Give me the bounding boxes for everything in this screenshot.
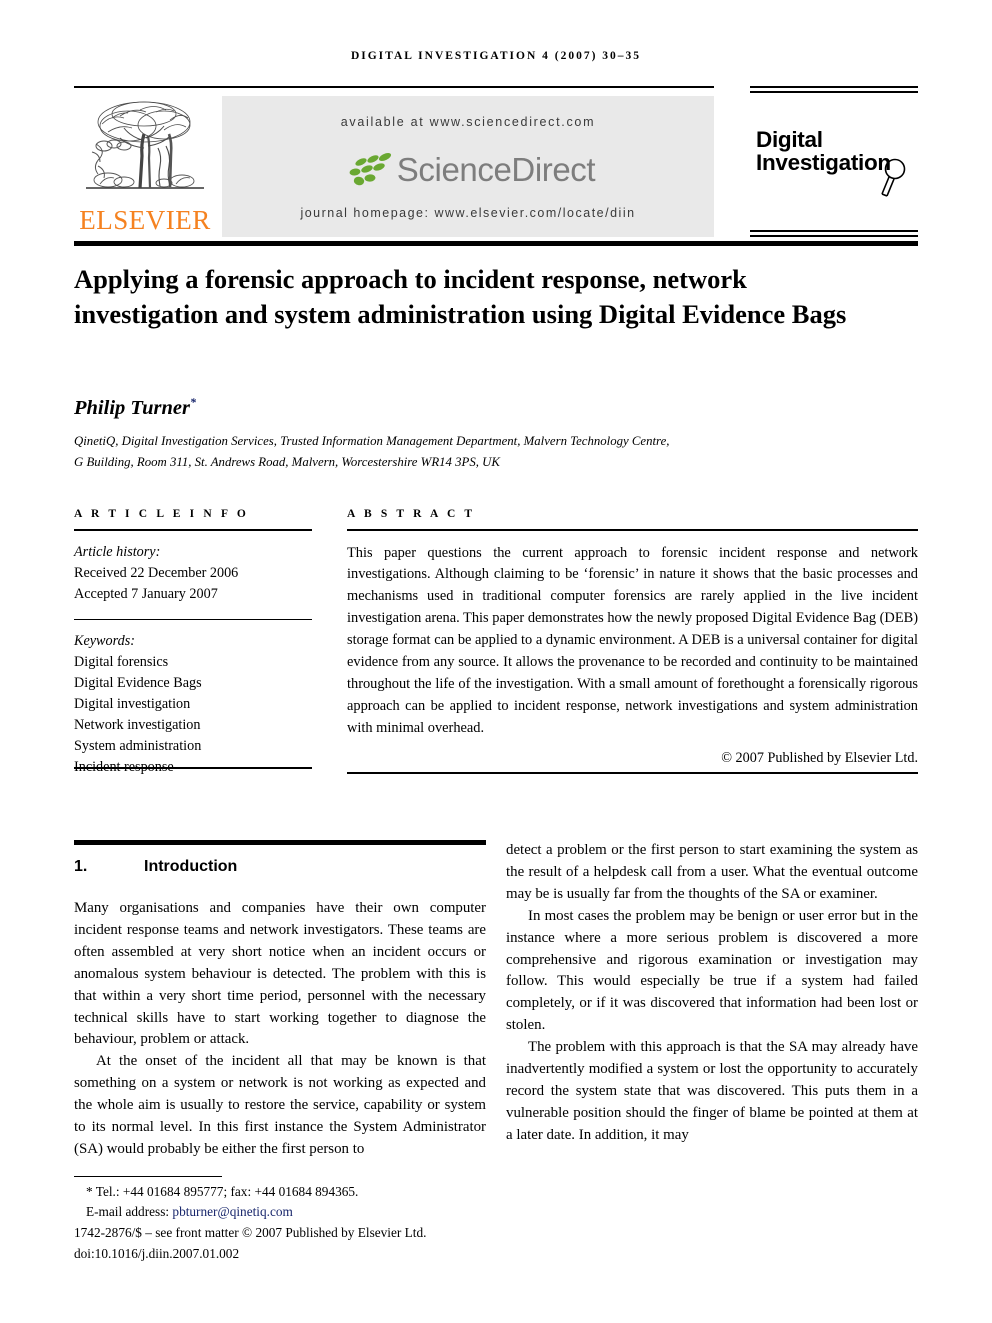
- article-info-column: A R T I C L E I N F O Article history: R…: [74, 508, 312, 778]
- author-label: Philip Turner: [74, 396, 191, 419]
- keyword-item: Digital forensics: [74, 654, 169, 671]
- paragraph: Many organisations and companies have th…: [74, 900, 486, 1048]
- info-column-bottom-rule: [74, 767, 312, 769]
- page-title: Applying a forensic approach to incident…: [74, 264, 847, 329]
- footnote-email-link[interactable]: pbturner@qinetiq.com: [172, 1204, 292, 1219]
- running-head: DIGITAL INVESTIGATION 4 (2007) 30–35: [350, 50, 642, 62]
- abstract-column: A B S T R A C T This paper questions the…: [347, 508, 918, 767]
- abstract-rule: [347, 529, 918, 531]
- journal-logo-line2: Investigation: [756, 150, 891, 176]
- masthead-top-rule-right-upper: [750, 86, 918, 88]
- footnote-tel: * Tel.: +44 01684 895777; fax: +44 01684…: [74, 1182, 494, 1201]
- magnifying-glass-icon: [881, 158, 906, 197]
- section-thick-rule: [74, 840, 486, 845]
- elsevier-wordmark: ELSEVIER: [79, 205, 211, 235]
- affiliation-line-1: QinetiQ, Digital Investigation Services,…: [74, 434, 670, 448]
- keyword-item: Digital investigation: [74, 696, 191, 713]
- journal-logo: Digital Investigation: [752, 106, 918, 222]
- masthead-top-rule-left: [74, 86, 714, 88]
- sciencedirect-banner: available at www.sciencedirect.com Scien…: [222, 96, 714, 237]
- header-band-bottom-rule: [347, 772, 918, 774]
- article-history-label: Article history:: [74, 543, 161, 560]
- paragraph: The problem with this approach is that t…: [506, 1039, 918, 1143]
- journal-logo-line1: Digital: [756, 127, 823, 152]
- section-title: Introduction: [144, 858, 238, 875]
- body-column-left: 1. Introduction Many organisations and c…: [74, 840, 486, 1161]
- footnote-front-matter: 1742-2876/$ – see front matter © 2007 Pu…: [74, 1224, 427, 1240]
- sciencedirect-leaves-icon: [349, 153, 391, 186]
- article-history-received: Received 22 December 2006: [74, 564, 239, 581]
- abstract-text: This paper questions the current approac…: [347, 544, 918, 736]
- keyword-item: System administration: [74, 738, 202, 755]
- paragraph: detect a problem or the first person to …: [506, 842, 918, 902]
- paragraph: At the onset of the incident all that ma…: [74, 1053, 486, 1157]
- sciencedirect-logo: ScienceDirect: [222, 144, 714, 196]
- sciencedirect-wordmark: ScienceDirect: [396, 151, 596, 188]
- masthead-top-rule-right-lower: [750, 91, 918, 93]
- body-column-right: detect a problem or the first person to …: [506, 840, 918, 1147]
- article-history: Article history: Received 22 December 20…: [74, 542, 312, 605]
- affiliation-line-2: G Building, Room 311, St. Andrews Road, …: [74, 454, 500, 469]
- footnote-tel-text: Tel.: +44 01684 895777; fax: +44 01684 8…: [95, 1184, 359, 1200]
- article-info-heading: A R T I C L E I N F O: [74, 508, 249, 520]
- paper-page: DIGITAL INVESTIGATION 4 (2007) 30–35 ELS…: [0, 0, 992, 1323]
- footnote-rule: [74, 1176, 222, 1178]
- author-footnote-marker: *: [190, 395, 197, 409]
- section-number: 1.: [74, 858, 88, 875]
- article-info-rule: [74, 529, 312, 531]
- elsevier-logo: ELSEVIER: [78, 96, 212, 236]
- abstract-copyright: © 2007 Published by Elsevier Ltd.: [721, 749, 918, 766]
- journal-homepage-text: journal homepage: www.elsevier.com/locat…: [300, 206, 636, 220]
- masthead-bottom-rule-right-upper: [750, 230, 918, 232]
- masthead-thick-rule: [74, 241, 918, 246]
- paragraph: In most cases the problem may be benign …: [506, 907, 918, 1034]
- footnote-email-label: E-mail address:: [86, 1203, 170, 1219]
- elsevier-tree-icon: [80, 97, 210, 203]
- keywords-list: Keywords: Digital forensics Digital Evid…: [74, 631, 312, 778]
- journal-logo-text: Digital Investigation: [756, 128, 891, 175]
- affiliation: QinetiQ, Digital Investigation Services,…: [74, 431, 864, 472]
- article-history-accepted: Accepted 7 January 2007: [74, 585, 218, 602]
- keyword-item: Network investigation: [74, 717, 201, 734]
- available-at-text: available at www.sciencedirect.com: [340, 115, 596, 129]
- masthead-bottom-rule-right-lower: [750, 235, 918, 237]
- keywords-label: Keywords:: [74, 633, 135, 650]
- keywords-rule: [74, 618, 312, 621]
- footnote-marker: *: [86, 1184, 93, 1200]
- section-heading: 1. Introduction: [74, 858, 486, 876]
- keyword-item: Digital Evidence Bags: [74, 675, 202, 692]
- masthead: ELSEVIER available at www.sciencedirect.…: [74, 86, 918, 238]
- footnote-block: * Tel.: +44 01684 895777; fax: +44 01684…: [74, 1176, 494, 1263]
- author-name: Philip Turner*: [74, 395, 196, 420]
- abstract-heading: A B S T R A C T: [347, 508, 476, 520]
- footnote-email: E-mail address: pbturner@qinetiq.com: [74, 1202, 494, 1221]
- footnote-doi: doi:10.1016/j.diin.2007.01.002: [74, 1246, 240, 1262]
